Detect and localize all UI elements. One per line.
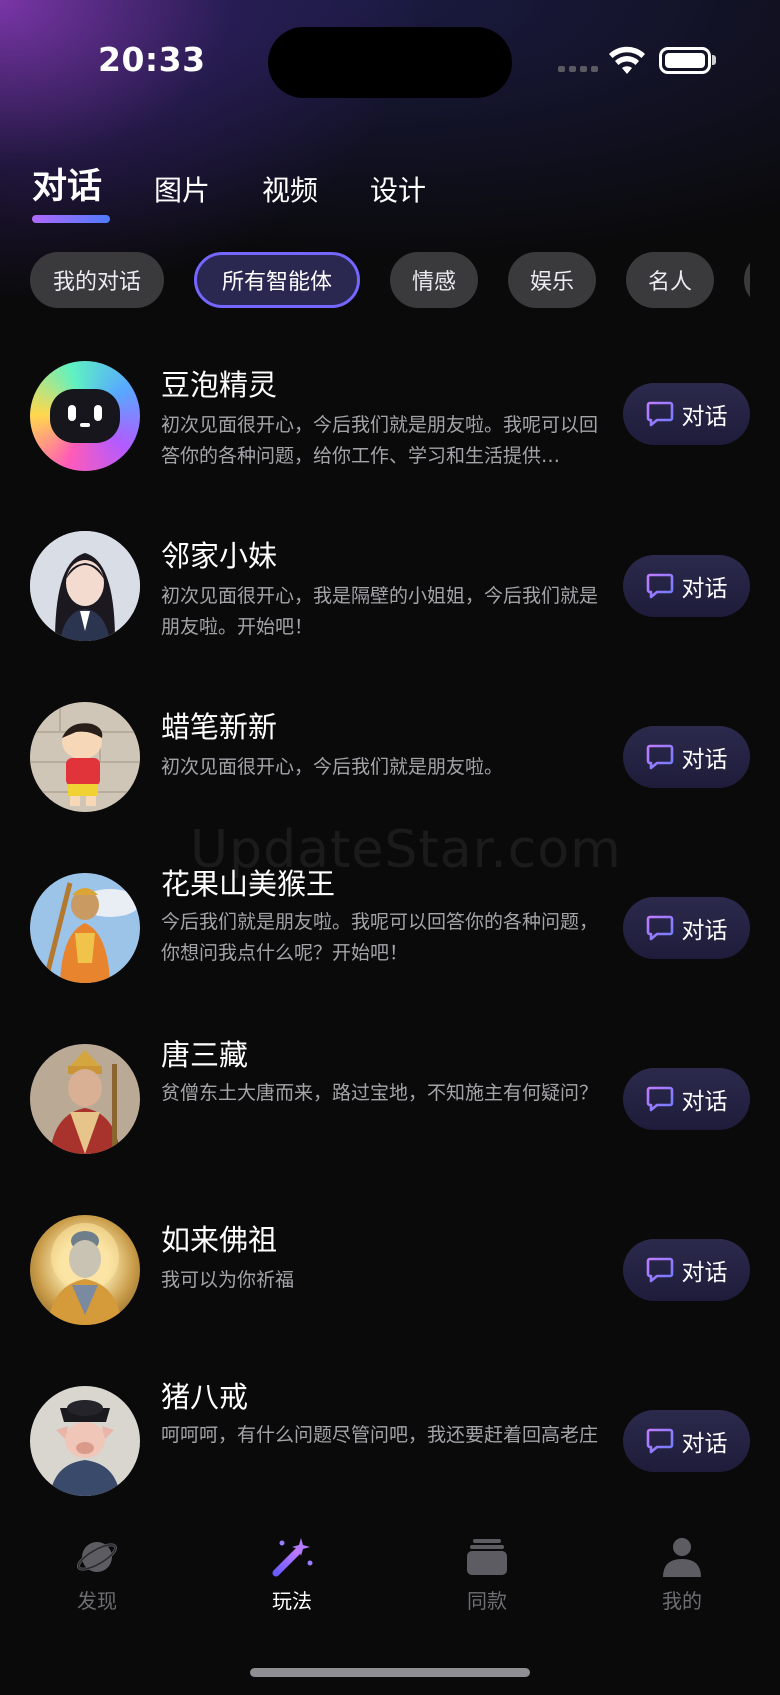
girl-portrait-icon <box>30 531 140 641</box>
status-bar: 20:33 <box>0 0 780 120</box>
nav-same-style-label: 同款 <box>467 1589 507 1613</box>
top-tab-bar: 对话 图片 视频 设计 <box>32 158 478 223</box>
chat-button-label: 对话 <box>681 1431 728 1457</box>
chat-button[interactable]: 对话 <box>623 383 750 445</box>
nav-discover-label: 发现 <box>77 1589 117 1613</box>
avatar <box>30 1386 140 1496</box>
buddha-portrait-icon <box>48 1223 122 1325</box>
agent-name: 唐三藏 <box>161 1038 249 1072</box>
cartoon-boy-icon <box>30 702 140 812</box>
agent-name: 蜡笔新新 <box>161 710 278 744</box>
nav-me-label: 我的 <box>662 1589 702 1613</box>
chip-all-agents[interactable]: 所有智能体 <box>194 252 360 308</box>
chip-my-chats[interactable]: 我的对话 <box>30 252 164 308</box>
monkey-king-icon <box>30 873 140 983</box>
tab-design-label: 设计 <box>370 174 427 207</box>
chat-bubble-icon <box>646 1086 673 1112</box>
chat-bubble-icon <box>646 915 673 941</box>
avatar <box>30 873 140 983</box>
list-item[interactable]: 豆泡精灵 初次见面很开心，今后我们就是朋友啦。我呢可以回答你的各种问题，给你工作… <box>0 350 780 490</box>
bottom-nav: 发现 玩法 同款 我的 <box>0 1535 780 1655</box>
monk-portrait-icon <box>30 1044 140 1154</box>
chat-bubble-icon <box>646 1257 673 1283</box>
agent-name: 花果山美猴王 <box>161 867 336 901</box>
agent-name: 如来佛祖 <box>161 1223 278 1257</box>
list-item[interactable]: 如来佛祖 我可以为你祈福 对话 <box>0 1205 780 1345</box>
cellular-signal-icon <box>558 66 598 74</box>
chat-bubble-icon <box>646 744 673 770</box>
agent-name: 猪八戒 <box>161 1380 249 1414</box>
chat-button-label: 对话 <box>681 918 728 944</box>
wifi-icon <box>609 46 645 74</box>
person-icon <box>663 1538 701 1577</box>
agent-description: 初次见面很开心，今后我们就是朋友啦。我呢可以回答你的各种问题，给你工作、学习和生… <box>161 414 599 467</box>
nav-play[interactable]: 玩法 <box>232 1535 352 1614</box>
home-indicator[interactable] <box>250 1668 530 1677</box>
battery-icon <box>659 47 711 74</box>
chat-button[interactable]: 对话 <box>623 1239 750 1301</box>
status-time: 20:33 <box>98 40 206 79</box>
chat-button-label: 对话 <box>681 1089 728 1115</box>
tab-chat-label: 对话 <box>32 167 103 207</box>
chat-button-label: 对话 <box>681 404 728 430</box>
chat-button[interactable]: 对话 <box>623 1410 750 1472</box>
chip-celebrity[interactable]: 名人 <box>626 252 714 308</box>
chat-bubble-icon <box>646 573 673 599</box>
chat-button-label: 对话 <box>681 576 728 602</box>
agent-description: 呵呵呵，有什么问题尽管问吧，我还要赶着回高老庄 <box>161 1424 599 1446</box>
chip-entertainment[interactable]: 娱乐 <box>508 252 596 308</box>
tab-design[interactable]: 设计 <box>370 169 426 219</box>
robot-face-icon <box>50 389 120 443</box>
agent-description: 初次见面很开心，我是隔壁的小姐姐，今后我们就是朋友啦。开始吧！ <box>161 585 599 638</box>
chat-button[interactable]: 对话 <box>623 555 750 617</box>
chat-button-label: 对话 <box>681 1260 728 1286</box>
nav-same-style[interactable]: 同款 <box>427 1535 547 1614</box>
nav-discover[interactable]: 发现 <box>37 1535 157 1614</box>
list-item[interactable]: 花果山美猴王 今后我们就是朋友啦。我呢可以回答你的各种问题，你想问我点什么呢？开… <box>0 863 780 1003</box>
chat-bubble-icon <box>646 401 673 427</box>
list-item[interactable]: 蜡笔新新 初次见面很开心，今后我们就是朋友啦。 对话 <box>0 692 780 832</box>
agent-description: 我可以为你祈福 <box>161 1269 295 1291</box>
avatar <box>30 1044 140 1154</box>
chip-emotion[interactable]: 情感 <box>390 252 478 308</box>
agent-name: 豆泡精灵 <box>161 368 278 402</box>
battery-tip <box>712 55 716 65</box>
magic-wand-icon <box>272 1538 313 1577</box>
avatar <box>30 531 140 641</box>
tab-video-label: 视频 <box>262 174 319 207</box>
nav-me[interactable]: 我的 <box>622 1535 742 1614</box>
tab-image-label: 图片 <box>154 174 211 207</box>
category-chips: 我的对话 所有智能体 情感 娱乐 名人 <box>30 252 750 310</box>
agent-description: 初次见面很开心，今后我们就是朋友啦。 <box>161 756 504 778</box>
chat-button[interactable]: 对话 <box>623 1068 750 1130</box>
stack-icon <box>467 1539 507 1575</box>
tab-video[interactable]: 视频 <box>262 169 318 219</box>
pig-portrait-icon <box>30 1386 140 1496</box>
chat-button-label: 对话 <box>681 747 728 773</box>
chat-button[interactable]: 对话 <box>623 726 750 788</box>
nav-play-label: 玩法 <box>272 1589 312 1613</box>
planet-icon <box>76 1542 118 1572</box>
agent-description: 今后我们就是朋友啦。我呢可以回答你的各种问题，你想问我点什么呢？开始吧！ <box>161 911 599 964</box>
agent-name: 邻家小妹 <box>161 539 278 573</box>
avatar <box>30 1215 140 1325</box>
list-item[interactable]: 猪八戒 呵呵呵，有什么问题尽管问吧，我还要赶着回高老庄 对话 <box>0 1376 780 1516</box>
avatar <box>30 361 140 471</box>
chat-bubble-icon <box>646 1428 673 1454</box>
chip-more[interactable] <box>744 252 750 308</box>
tab-image[interactable]: 图片 <box>154 169 210 219</box>
agent-description: 贫僧东土大唐而来，路过宝地，不知施主有何疑问？ <box>161 1082 599 1104</box>
avatar <box>30 702 140 812</box>
list-item[interactable]: 邻家小妹 初次见面很开心，我是隔壁的小姐姐，今后我们就是朋友啦。开始吧！ 对话 <box>0 521 780 661</box>
tab-chat[interactable]: 对话 <box>32 158 110 223</box>
active-tab-indicator <box>32 215 110 223</box>
list-item[interactable]: 唐三藏 贫僧东土大唐而来，路过宝地，不知施主有何疑问？ 对话 <box>0 1034 780 1174</box>
dynamic-island <box>268 27 512 98</box>
chat-button[interactable]: 对话 <box>623 897 750 959</box>
